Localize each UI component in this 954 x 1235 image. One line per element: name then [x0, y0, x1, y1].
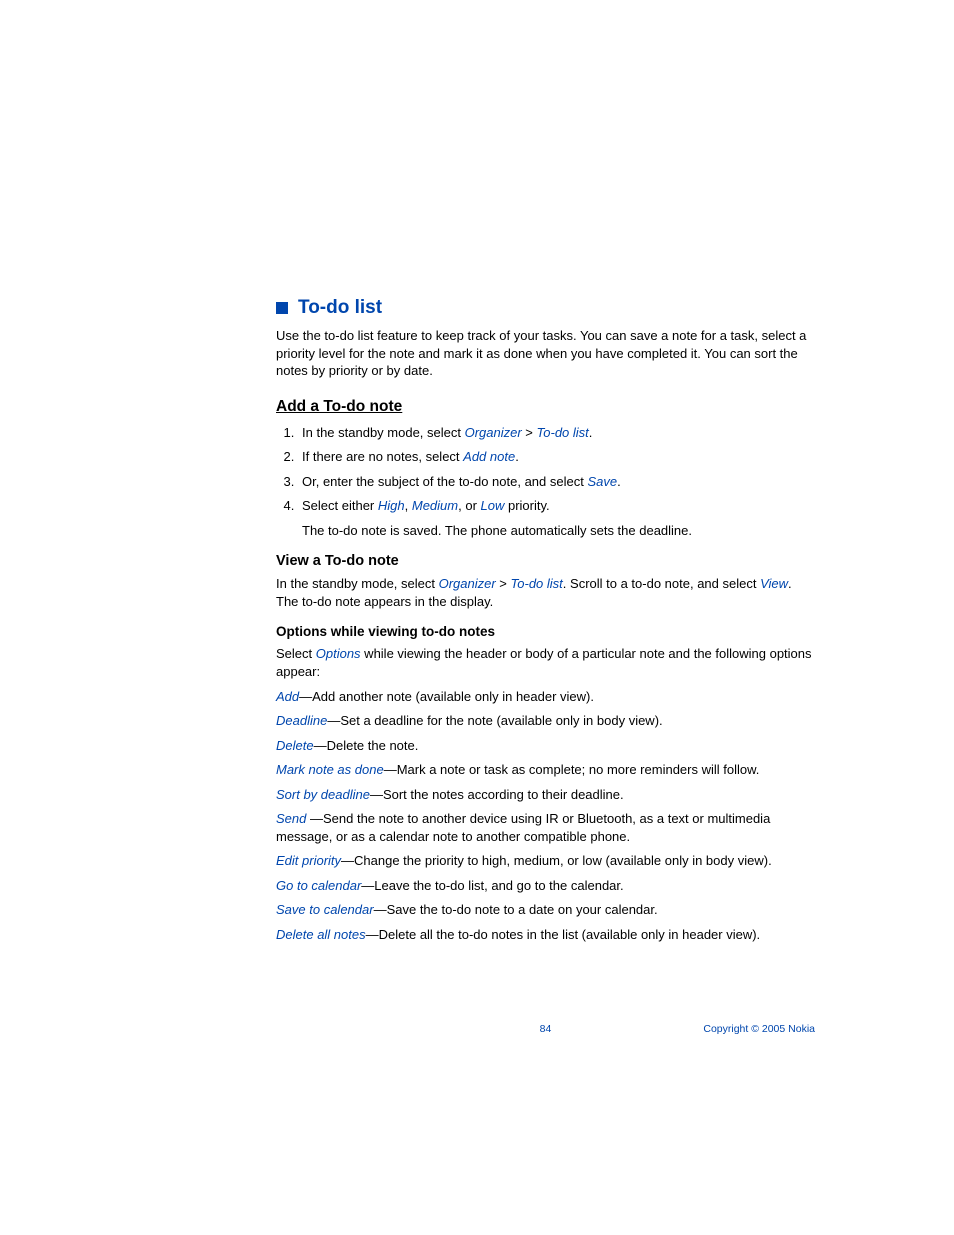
copyright-text: Copyright © 2005 Nokia — [703, 1023, 815, 1035]
option-edit-priority: Edit priority—Change the priority to hig… — [276, 852, 815, 870]
menu-todolist-2: To-do list — [511, 576, 563, 591]
menu-organizer: Organizer — [465, 425, 522, 440]
menu-options: Options — [316, 646, 361, 661]
document-page: To-do list Use the to-do list feature to… — [0, 0, 954, 1235]
step-4: Select either High, Medium, or Low prior… — [298, 497, 815, 539]
step-2: If there are no notes, select Add note. — [298, 448, 815, 466]
menu-save: Save — [587, 474, 617, 489]
option-add: Add—Add another note (available only in … — [276, 688, 815, 706]
section-title-text: To-do list — [298, 297, 382, 319]
view-paragraph: In the standby mode, select Organizer > … — [276, 575, 815, 610]
priority-low: Low — [481, 498, 505, 513]
options-intro: Select Options while viewing the header … — [276, 645, 815, 680]
option-send: Send —Send the note to another device us… — [276, 810, 815, 845]
step-4-note: The to-do note is saved. The phone autom… — [302, 522, 815, 540]
page-number: 84 — [540, 1023, 552, 1035]
option-sort-deadline: Sort by deadline—Sort the notes accordin… — [276, 786, 815, 804]
menu-todolist: To-do list — [537, 425, 589, 440]
options-heading: Options while viewing to-do notes — [276, 624, 815, 639]
step-3: Or, enter the subject of the to-do note,… — [298, 473, 815, 491]
section-title: To-do list — [276, 297, 815, 319]
option-save-calendar: Save to calendar—Save the to-do note to … — [276, 901, 815, 919]
menu-view: View — [760, 576, 788, 591]
priority-high: High — [378, 498, 405, 513]
add-steps-list: In the standby mode, select Organizer > … — [276, 424, 815, 540]
option-delete-all: Delete all notes—Delete all the to-do no… — [276, 926, 815, 944]
view-heading: View a To-do note — [276, 553, 815, 569]
option-deadline: Deadline—Set a deadline for the note (av… — [276, 712, 815, 730]
priority-medium: Medium — [412, 498, 458, 513]
option-go-calendar: Go to calendar—Leave the to-do list, and… — [276, 877, 815, 895]
menu-organizer-2: Organizer — [439, 576, 496, 591]
square-bullet-icon — [276, 302, 288, 314]
add-heading: Add a To-do note — [276, 398, 815, 416]
section-intro: Use the to-do list feature to keep track… — [276, 327, 815, 380]
option-delete: Delete—Delete the note. — [276, 737, 815, 755]
step-1: In the standby mode, select Organizer > … — [298, 424, 815, 442]
menu-addnote: Add note — [463, 449, 515, 464]
option-mark-done: Mark note as done—Mark a note or task as… — [276, 761, 815, 779]
